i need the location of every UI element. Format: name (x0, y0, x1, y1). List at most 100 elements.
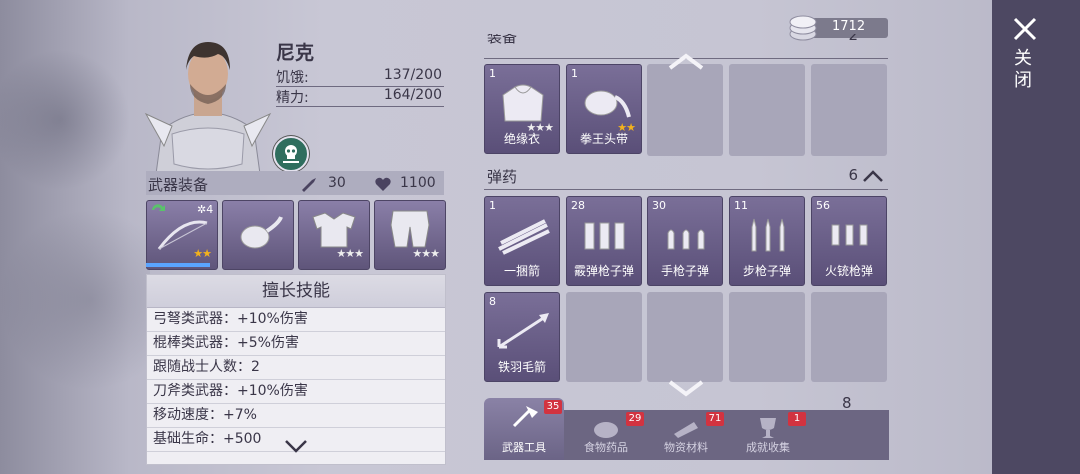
shotgun-shell-icon (584, 222, 625, 250)
item-count: 11 (734, 199, 748, 212)
currency-amount: 1712 (832, 19, 866, 34)
inventory-item-shotgun-shells[interactable]: 28 霰弹枪子弹 (566, 196, 642, 286)
inventory-item-insulated-suit[interactable]: 1 ★★★ 绝缘衣 (484, 64, 560, 154)
item-count: 28 (571, 199, 585, 212)
scroll-up-chevron-icon[interactable] (666, 52, 706, 72)
hunger-row: 饥饿: 137/200 (276, 66, 444, 87)
item-name: 一捆箭 (503, 264, 540, 278)
item-count: 30 (652, 199, 666, 212)
inventory-empty-slot[interactable] (647, 64, 723, 156)
equipment-title: 武器装备 (148, 176, 209, 194)
skills-panel[interactable]: 擅长技能 弓弩类武器：+10%伤害 棍棒类武器：+5%伤害 跟随战士人数：2 刀… (146, 274, 446, 465)
energy-row: 精力: 164/200 (276, 86, 444, 107)
hunger-value: 137/200 (383, 67, 442, 83)
tab-badge: 35 (544, 400, 562, 414)
equip-slot-weapon[interactable]: ✲4 ★★ (146, 200, 218, 270)
inventory-item-musket-ammo[interactable]: 56 火铳枪弹 (811, 196, 887, 286)
inventory-item-arrow-bundle[interactable]: 1 一捆箭 (484, 196, 560, 286)
close-label[interactable]: 关闭 (1014, 48, 1034, 92)
category-tab-bar: 35 武器工具 29 食物药品 71 物资材料 1 成就收集 (484, 398, 889, 460)
section-title: 装备 (487, 34, 518, 46)
hoodie-icon (502, 84, 544, 122)
skills-title: 擅长技能 (147, 275, 445, 308)
section-header-ammo[interactable]: 弹药 6 (484, 163, 888, 190)
tab-label: 物资材料 (664, 441, 708, 454)
scroll-down-chevron-icon[interactable] (666, 378, 706, 398)
inventory-empty-slot[interactable] (811, 64, 887, 156)
equip-slot-body[interactable]: ★★★ (298, 200, 370, 270)
inventory-empty-slot[interactable] (729, 64, 805, 156)
section-count: 6 (848, 166, 858, 184)
rarity-stars: ★★★ (336, 247, 364, 260)
chevron-down-icon[interactable] (284, 439, 308, 453)
item-name: 绝缘衣 (503, 132, 540, 146)
sword-icon (302, 178, 316, 192)
rifle-bullet-icon (751, 218, 785, 252)
health-value: 1100 (400, 175, 436, 191)
skill-row: 弓弩类武器：+10%伤害 (147, 308, 445, 332)
item-count: 1 (489, 199, 496, 212)
skill-row: 棍棒类武器：+5%伤害 (147, 332, 445, 356)
item-count: 1 (489, 67, 496, 80)
tab-label: 成就收集 (746, 441, 790, 454)
pants-icon (390, 210, 430, 248)
item-name: 拳王头带 (579, 132, 628, 146)
item-count: 56 (816, 199, 830, 212)
tab-weapons-tools[interactable]: 35 武器工具 (484, 398, 564, 460)
trophy-icon (760, 418, 776, 438)
hunger-label: 饥饿: (276, 70, 309, 86)
inventory-item-iron-feather-arrow[interactable]: 8 铁羽毛箭 (484, 292, 560, 382)
special-skill-button[interactable] (273, 136, 309, 172)
tab-label: 食物药品 (584, 441, 628, 454)
inventory-empty-slot[interactable] (811, 292, 887, 382)
skill-row: 移动速度：+7% (147, 404, 445, 428)
energy-value: 164/200 (383, 87, 442, 103)
weapon-durability-bar (146, 263, 210, 267)
skill-row: 刀斧类武器：+10%伤害 (147, 380, 445, 404)
musket-ball-icon (831, 224, 868, 246)
inventory-item-rifle-ammo[interactable]: 11 步枪子弹 (729, 196, 805, 286)
skull-icon (283, 145, 299, 163)
arrow-icon (497, 313, 549, 349)
rarity-stars: ★★ (193, 247, 212, 260)
inventory-item-pistol-ammo[interactable]: 30 手枪子弹 (647, 196, 723, 286)
rarity-stars: ★★★ (412, 247, 440, 260)
item-count: 8 (489, 295, 496, 308)
section-title: 弹药 (487, 168, 518, 186)
heart-icon (375, 177, 391, 191)
background-art (0, 0, 150, 474)
skill-row: 跟随战士人数：2 (147, 356, 445, 380)
equip-slot-head[interactable] (222, 200, 294, 270)
inventory-empty-slot[interactable] (566, 292, 642, 382)
item-name: 手枪子弹 (660, 264, 709, 278)
item-count: 1 (571, 67, 578, 80)
log-icon (674, 422, 698, 438)
item-name: 火铳枪弹 (824, 264, 873, 278)
arrow-bundle-icon (498, 219, 550, 255)
tab-label: 武器工具 (502, 441, 546, 454)
tab-materials[interactable]: 71 物资材料 (646, 410, 726, 460)
close-icon[interactable] (1012, 16, 1038, 42)
character-name: 尼克 (276, 42, 315, 64)
tab-badge: 71 (706, 412, 724, 426)
armor-icon (312, 212, 356, 248)
chevron-up-icon[interactable] (862, 169, 884, 183)
equipment-header: 武器装备 30 1100 (146, 171, 444, 195)
headband-icon (240, 216, 283, 249)
attack-value: 30 (328, 175, 346, 191)
character-portrait (144, 42, 272, 174)
close-panel[interactable]: 关闭 (992, 0, 1080, 474)
inventory-empty-slot[interactable] (729, 292, 805, 382)
tab-achievements[interactable]: 1 成就收集 (728, 410, 808, 460)
pistol-bullet-icon (667, 229, 705, 250)
tab-badge: 1 (788, 412, 806, 426)
equip-slot-legs[interactable]: ★★★ (374, 200, 446, 270)
inventory-item-boxer-headband[interactable]: 1 ★★ 拳王头带 (566, 64, 642, 154)
item-name: 步枪子弹 (742, 264, 791, 278)
tab-food-medicine[interactable]: 29 食物药品 (566, 410, 646, 460)
axe-icon (512, 406, 538, 428)
headband-icon (584, 90, 631, 118)
section-count: 2 (848, 34, 858, 44)
item-name: 铁羽毛箭 (497, 360, 546, 374)
inventory-empty-slot[interactable] (647, 292, 723, 382)
